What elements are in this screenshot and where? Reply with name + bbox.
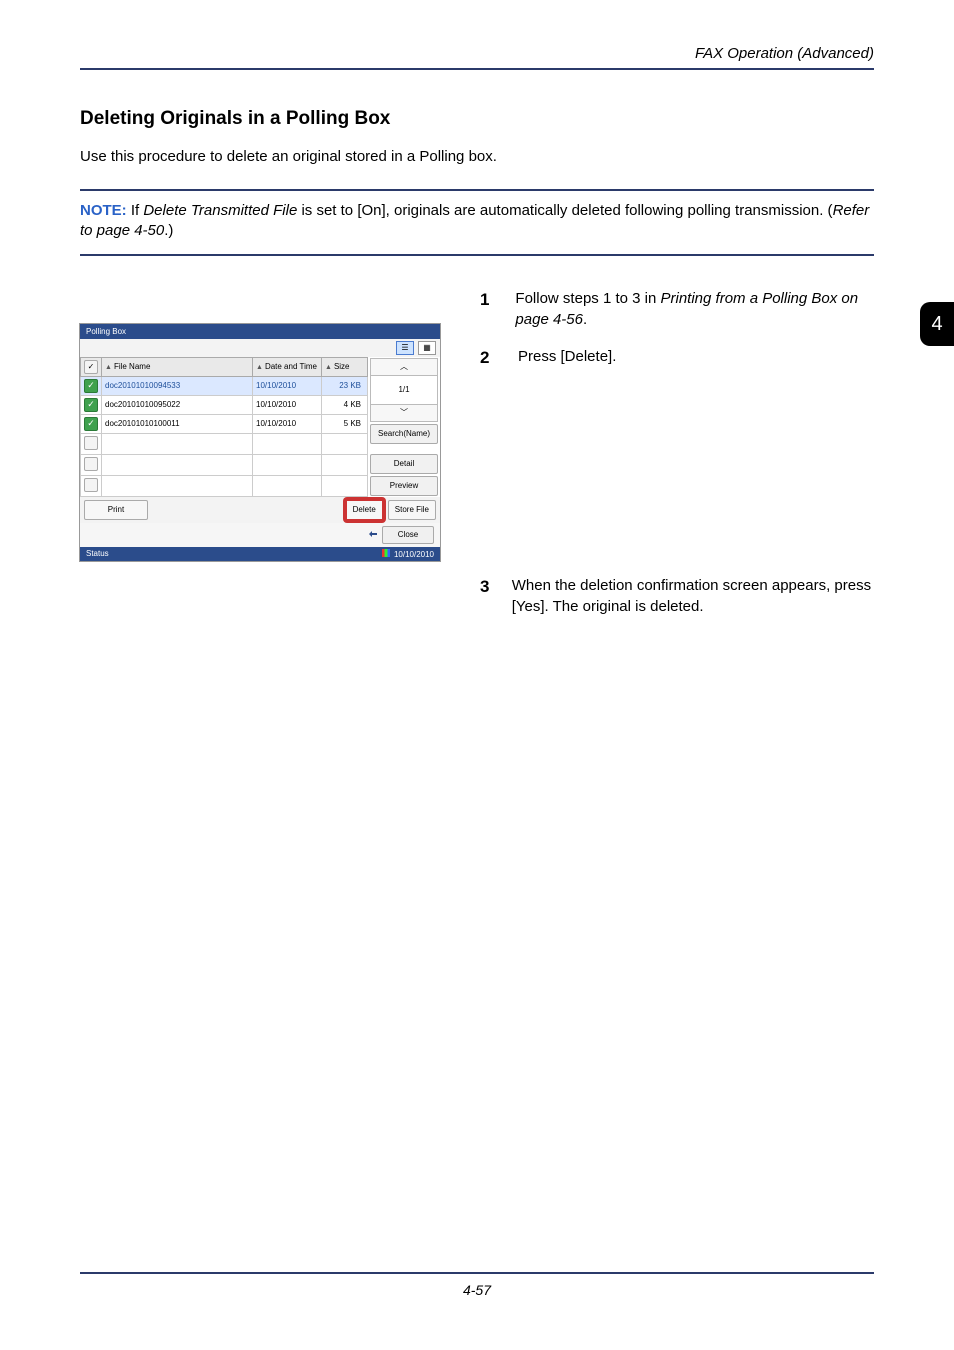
file-table: ✓ ▲File Name ▲Date and Time ▲Size ✓ doc20… [80, 357, 368, 497]
dialog-footer-1: Print Delete Store File [80, 497, 440, 523]
cell-date: 10/10/2010 [253, 395, 322, 414]
cell-filename [102, 475, 253, 496]
cell-date [253, 454, 322, 475]
status-label: Status [86, 549, 109, 558]
row-checkbox[interactable]: ✓ [84, 417, 98, 431]
note-text-1: If [127, 202, 144, 219]
chevron-up-icon: ︿ [400, 361, 408, 372]
step-number: 2 [480, 346, 498, 370]
row-checkbox[interactable] [84, 478, 98, 492]
intro-text: Use this procedure to delete an original… [80, 148, 874, 165]
page-number: 4-57 [80, 1272, 874, 1298]
cell-filename: doc20101010095022 [102, 395, 253, 414]
cell-size: 4 KB [322, 395, 368, 414]
table-row[interactable] [81, 433, 368, 454]
note-box: NOTE: If Delete Transmitted File is set … [80, 189, 874, 256]
select-all-header[interactable]: ✓ [81, 357, 102, 376]
note-text-3: .) [164, 222, 173, 239]
print-button[interactable]: Print [84, 500, 148, 520]
thumb-view-icon: ▦ [423, 343, 431, 352]
view-toolbar: ☰ ▦ [80, 339, 440, 357]
status-indicator-icon [382, 549, 390, 557]
cell-date [253, 475, 322, 496]
preview-button[interactable]: Preview [370, 476, 438, 496]
cell-date: 10/10/2010 [253, 376, 322, 395]
cell-date: 10/10/2010 [253, 414, 322, 433]
col-name[interactable]: ▲File Name [102, 357, 253, 376]
cell-size: 5 KB [322, 414, 368, 433]
table-row[interactable]: ✓ doc2010101009453310/10/201023 KB [81, 376, 368, 395]
step-number: 1 [480, 288, 495, 330]
list-view-button[interactable]: ☰ [396, 341, 414, 355]
table-row[interactable] [81, 454, 368, 475]
col-size[interactable]: ▲Size [322, 357, 368, 376]
sort-asc-icon: ▲ [325, 364, 332, 371]
dialog-title: Polling Box [80, 324, 440, 339]
status-bar: Status 10/10/2010 [80, 547, 440, 561]
col-date[interactable]: ▲Date and Time [253, 357, 322, 376]
list-view-icon: ☰ [401, 343, 408, 352]
table-row[interactable] [81, 475, 368, 496]
cell-filename [102, 433, 253, 454]
section-title: Deleting Originals in a Polling Box [80, 108, 874, 130]
delete-button[interactable]: Delete [345, 499, 384, 521]
pager: ︿ 1/1 ﹀ [370, 358, 438, 422]
page-count: 1/1 [398, 376, 409, 404]
cell-size: 23 KB [322, 376, 368, 395]
status-date: 10/10/2010 [394, 550, 434, 559]
cell-date [253, 433, 322, 454]
polling-box-dialog: Polling Box ☰ ▦ [80, 324, 440, 561]
cell-size [322, 454, 368, 475]
store-file-button[interactable]: Store File [388, 500, 436, 520]
row-checkbox[interactable]: ✓ [84, 379, 98, 393]
close-icon [368, 529, 378, 541]
cell-size [322, 433, 368, 454]
chevron-down-icon: ﹀ [400, 407, 408, 418]
search-name-button[interactable]: Search(Name) [370, 424, 438, 444]
sort-asc-icon: ▲ [256, 364, 263, 371]
row-checkbox[interactable] [84, 457, 98, 471]
chapter-tab: 4 [920, 302, 954, 346]
cell-size [322, 475, 368, 496]
dialog-footer-2: Close [80, 523, 440, 547]
sort-asc-icon: ▲ [105, 364, 112, 371]
row-checkbox[interactable] [84, 436, 98, 450]
thumb-view-button[interactable]: ▦ [418, 341, 436, 355]
cell-filename [102, 454, 253, 475]
note-em-1: Delete Transmitted File [143, 202, 297, 219]
close-button[interactable]: Close [382, 526, 434, 544]
select-all-checkbox-icon: ✓ [84, 360, 98, 374]
note-label: NOTE: [80, 202, 127, 219]
page-down-button[interactable]: ﹀ [371, 404, 437, 421]
note-text-2: is set to [On], originals are automatica… [297, 202, 832, 219]
step-text: When the deletion confirmation screen ap… [512, 575, 874, 617]
cell-filename: doc20101010094533 [102, 376, 253, 395]
page-up-button[interactable]: ︿ [371, 359, 437, 376]
table-row[interactable]: ✓ doc2010101009502210/10/20104 KB [81, 395, 368, 414]
step-text: Press [Delete]. [518, 346, 616, 370]
step-text: Follow steps 1 to 3 in Printing from a P… [515, 288, 874, 330]
step-number: 3 [480, 575, 492, 617]
detail-button[interactable]: Detail [370, 454, 438, 474]
running-head: FAX Operation (Advanced) [80, 45, 874, 70]
row-checkbox[interactable]: ✓ [84, 398, 98, 412]
cell-filename: doc20101010100011 [102, 414, 253, 433]
table-row[interactable]: ✓ doc2010101010001110/10/20105 KB [81, 414, 368, 433]
